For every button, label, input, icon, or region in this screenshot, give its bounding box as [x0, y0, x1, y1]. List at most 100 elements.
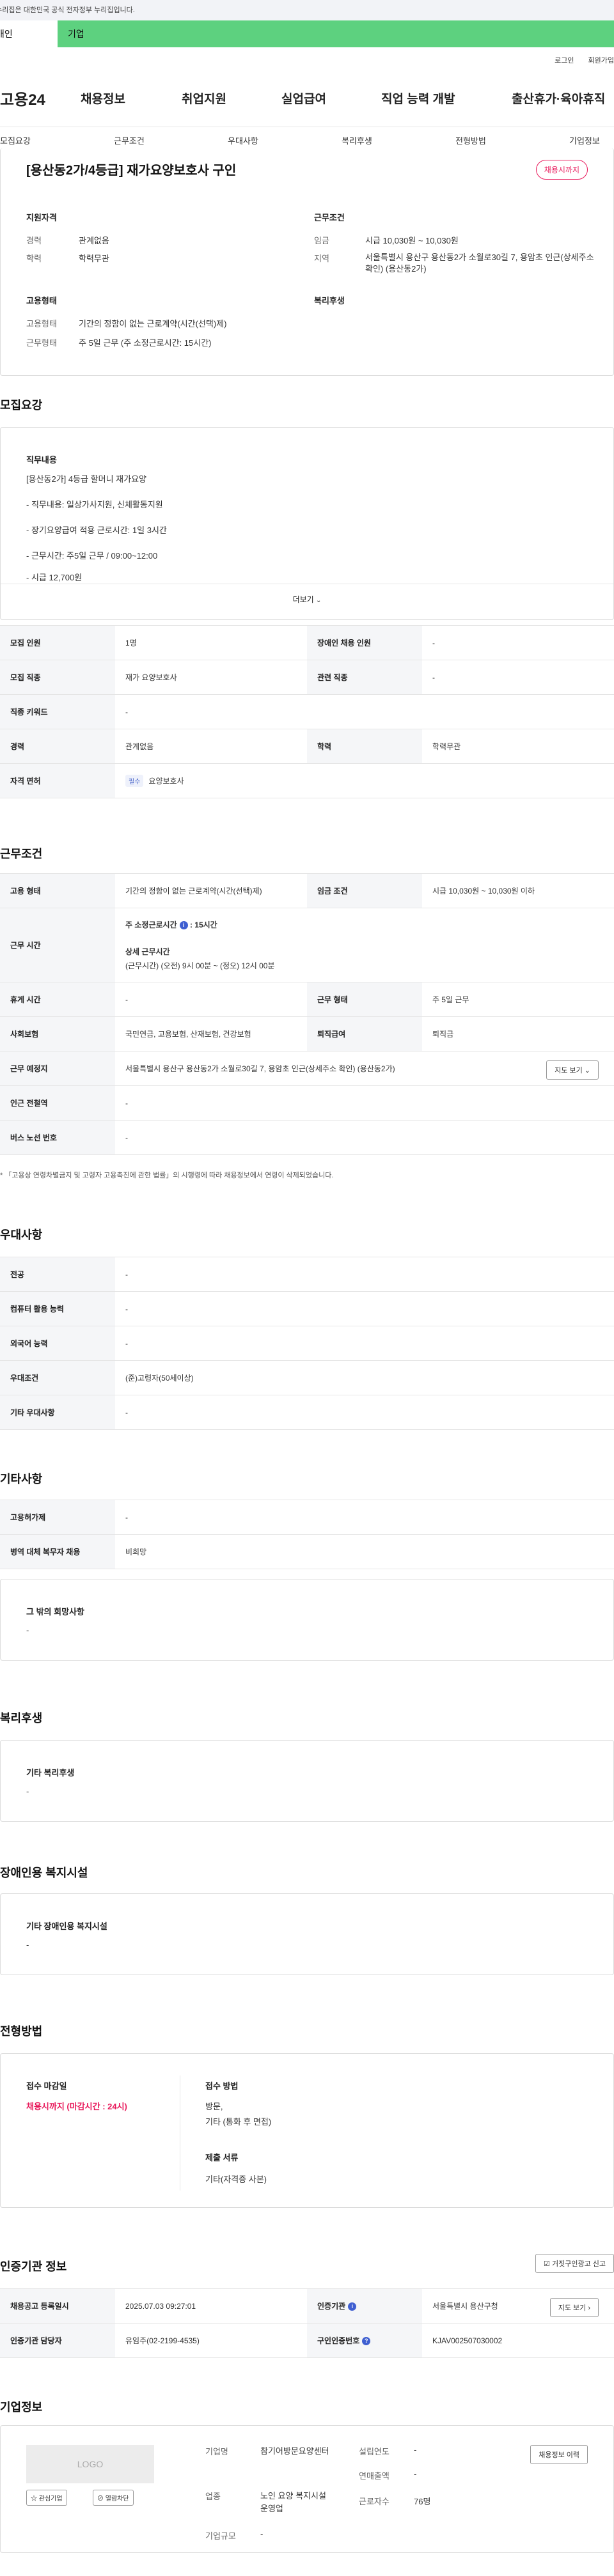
docs-head: 제출 서류: [205, 2153, 239, 2162]
company-size-label: 기업규모: [205, 2531, 236, 2541]
career-value: 관계없음: [79, 236, 109, 245]
related-job-value: -: [422, 660, 614, 695]
industry-value: 노인 요양 복지시설 운영업: [260, 2491, 326, 2513]
subnav-welfare[interactable]: 복리후생: [342, 134, 372, 146]
duty-card: 직무내용 [용산동2가] 4등급 할머니 재가요양 - 직무내용: 일상가사지원…: [0, 427, 614, 620]
permit-value: -: [115, 1500, 614, 1535]
work-form-label: 근무형태: [26, 338, 57, 348]
work-form-label: 근무 형태: [307, 982, 422, 1017]
employment-head: 고용형태: [26, 296, 57, 306]
subnav-conditions[interactable]: 근무조건: [114, 134, 145, 146]
insurance-value: 국민연금, 고용보험, 산재보험, 건강보험: [115, 1016, 307, 1051]
nav-employment-support[interactable]: 취업지원: [182, 89, 226, 107]
agency-map-button[interactable]: 지도 보기 ›: [549, 2298, 599, 2317]
wish-card: 그 밖의 희망사항 -: [0, 1579, 614, 1661]
disability-section-title: 장애인용 복지시설: [0, 1866, 88, 1879]
language-label: 외국어 능력: [0, 1326, 115, 1361]
interest-company-button[interactable]: ☆ 관심기업: [26, 2490, 67, 2506]
more-label: 더보기: [292, 595, 314, 604]
more-button[interactable]: 더보기 ⌄: [1, 594, 613, 605]
main-nav: 고용24 채용정보 취업지원 실업급여 직업 능력 개발 출산휴가·육아휴직: [0, 82, 614, 115]
retire-label: 퇴직급여: [307, 1016, 422, 1051]
wage-label: 임금: [314, 236, 329, 245]
method-head: 접수 방법: [205, 2081, 239, 2091]
keyword-value: -: [115, 694, 614, 729]
bus-value: -: [115, 1120, 614, 1155]
founded-label: 설립연도: [359, 2447, 390, 2456]
hours-cell: 주 소정근로시간 i : 15시간 상세 근무시간 (근무시간) (오전) 9시 …: [115, 908, 614, 982]
license-cell: 필수 요양보호사: [115, 763, 614, 798]
agency-value: 서울특별시 용산구청: [432, 2302, 498, 2311]
block-view-button[interactable]: ⊘ 열람차단: [93, 2490, 134, 2506]
duty-line: - 시급 12,700원: [26, 573, 83, 582]
method-line: 방문,: [205, 2102, 223, 2111]
nav-skill-development[interactable]: 직업 능력 개발: [381, 89, 455, 107]
military-label: 병역 대체 복무자 채용: [0, 1534, 115, 1569]
others-section-title: 기타사항: [0, 1473, 43, 1486]
report-button[interactable]: ☑ 거짓구인광고 신고: [535, 2254, 614, 2273]
duty-line: - 장기요양급여 적용 근로시간: 1일 3시간: [26, 525, 167, 535]
emp-type-value: 기간의 정함이 없는 근로계약(시간(선택)제): [79, 319, 227, 329]
education-value: 학력무관: [79, 254, 109, 263]
tab-personal[interactable]: 개인: [0, 20, 58, 47]
hours-detail-value: (근무시간) (오전) 9시 00분 ~ (정오) 12시 00분: [125, 961, 275, 970]
certification-section-title: 인증기관 정보: [0, 2260, 67, 2273]
nav-parental-leave[interactable]: 출산휴가·육아휴직: [512, 89, 605, 107]
recruit-table: 모집 인원 1명 장애인 채용 인원 - 모집 직종 재가 요양보호사 관련 직…: [0, 625, 614, 798]
duty-line: [용산동2가] 4등급 할머니 재가요양: [26, 474, 146, 484]
founded-value: -: [414, 2445, 417, 2455]
required-tag: 필수: [125, 775, 144, 787]
bus-label: 버스 노선 번호: [0, 1120, 115, 1155]
qualification-head: 지원자격: [26, 213, 57, 222]
report-icon: ☑: [544, 2260, 550, 2268]
region-label: 지역: [314, 254, 329, 263]
subnav-preferences[interactable]: 우대사항: [228, 134, 258, 146]
disabled-count-value: -: [422, 625, 614, 660]
career-label: 경력: [0, 729, 115, 764]
selection-section-title: 전형방법: [0, 2025, 43, 2038]
subnav-selection[interactable]: 전형방법: [455, 134, 486, 146]
preferences-table: 전공 - 컴퓨터 활용 능력 - 외국어 능력 - 우대조건 (준)고령자(50세이상)…: [0, 1257, 614, 1430]
military-value: 비희망: [115, 1534, 614, 1569]
map-button[interactable]: 지도 보기 ⌄: [546, 1060, 599, 1080]
pref-condition-value: (준)고령자(50세이상): [115, 1360, 614, 1395]
subnav-company[interactable]: 기업정보: [569, 134, 600, 146]
welfare-section-title: 복리후생: [0, 1712, 43, 1725]
age-note: * 「고용상 연령차별금지 및 고령자 고용촉진에 관한 법률」의 시행령에 따…: [0, 1172, 334, 1179]
disability-head: 기타 장애인용 복지시설: [26, 1921, 107, 1931]
hiring-history-button[interactable]: 채용정보 이력: [530, 2445, 588, 2464]
site-logo[interactable]: 고용24: [0, 87, 45, 109]
revenue-value: -: [414, 2469, 417, 2479]
nav-unemployment-benefit[interactable]: 실업급여: [281, 89, 326, 107]
major-value: -: [115, 1257, 614, 1292]
job-type-label: 모집 직종: [0, 660, 115, 695]
welfare-card: 기타 복리후생 -: [0, 1740, 614, 1822]
gov-banner-text: 이 누리집은 대한민국 공식 전자정부 누리집입니다.: [0, 6, 135, 14]
info-icon[interactable]: i: [179, 920, 188, 929]
region-value: 서울특별시 용산구 용산동2가 소월로30길 7, 용암초 인근(상세주소 확인…: [365, 252, 594, 274]
other-pref-value: -: [115, 1395, 614, 1430]
nav-job-info[interactable]: 채용정보: [81, 89, 125, 107]
hours-detail-head: 상세 근무시간: [125, 947, 170, 956]
company-name-label: 기업명: [205, 2447, 228, 2456]
disabled-count-label: 장애인 채용 인원: [307, 625, 422, 660]
retire-value: 퇴직금: [422, 1016, 614, 1051]
login-link[interactable]: 로그인: [555, 57, 574, 65]
career-value: 관계없음: [115, 729, 307, 764]
major-label: 전공: [0, 1257, 115, 1292]
education-label: 학력: [26, 254, 42, 263]
duty-head: 직무내용: [26, 455, 57, 465]
conditions-section-title: 근무조건: [0, 848, 43, 860]
wish-head: 그 밖의 희망사항: [26, 1607, 84, 1617]
industry-label: 업종: [205, 2492, 221, 2501]
career-label: 경력: [26, 236, 42, 245]
gov-banner: 이 누리집은 대한민국 공식 전자정부 누리집입니다.: [0, 0, 614, 20]
tab-company[interactable]: 기업: [58, 20, 614, 47]
related-job-label: 관련 직종: [307, 660, 422, 695]
signup-link[interactable]: 회원가입: [588, 57, 614, 65]
info-icon[interactable]: i: [348, 2302, 357, 2311]
chevron-down-icon: ⌄: [584, 1067, 590, 1075]
info-icon[interactable]: ?: [362, 2337, 371, 2345]
subnav-recruit[interactable]: 모집요강: [0, 134, 31, 146]
company-size-value: -: [260, 2529, 264, 2539]
